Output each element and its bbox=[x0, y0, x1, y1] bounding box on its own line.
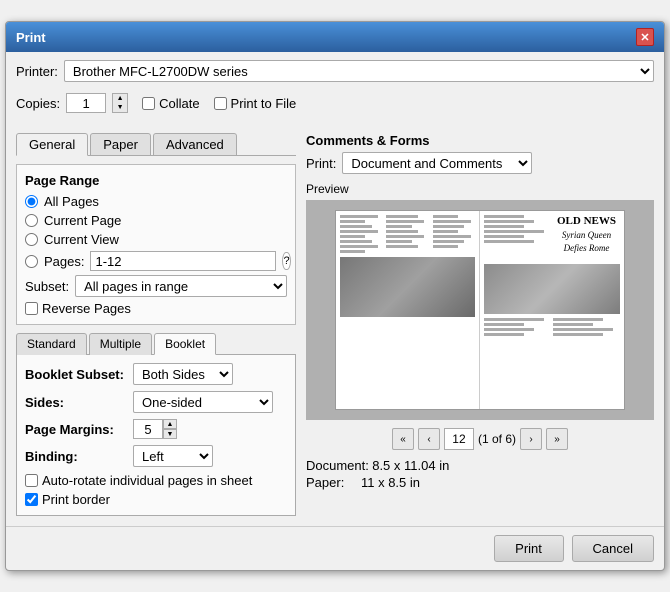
pages-label: Pages: bbox=[44, 254, 84, 269]
close-button[interactable]: ✕ bbox=[636, 28, 654, 46]
print-label: Print: bbox=[306, 156, 336, 171]
subset-label: Subset: bbox=[25, 279, 69, 294]
tab-paper[interactable]: Paper bbox=[90, 133, 151, 155]
tab-advanced[interactable]: Advanced bbox=[153, 133, 237, 155]
booklet-subset-label: Booklet Subset: bbox=[25, 367, 125, 382]
collate-label: Collate bbox=[159, 96, 199, 111]
preview-subheadline2: Defies Rome bbox=[564, 243, 610, 254]
page-margins-label: Page Margins: bbox=[25, 422, 125, 437]
pages-radio[interactable] bbox=[25, 255, 38, 268]
current-view-radio[interactable] bbox=[25, 233, 38, 246]
main-tabs: General Paper Advanced bbox=[16, 133, 296, 156]
binding-select[interactable]: Left bbox=[133, 445, 213, 467]
spinner-down[interactable]: ▼ bbox=[113, 103, 127, 112]
current-page-radio[interactable] bbox=[25, 214, 38, 227]
last-page-button[interactable]: » bbox=[546, 428, 568, 450]
page-range-section: Page Range All Pages Current Page Curren… bbox=[16, 164, 296, 325]
spinner-up[interactable]: ▲ bbox=[113, 94, 127, 103]
reverse-pages-checkbox[interactable] bbox=[25, 302, 38, 315]
paper-value: 11 x 8.5 in bbox=[361, 475, 420, 490]
all-pages-label: All Pages bbox=[44, 194, 99, 209]
tab-booklet[interactable]: Booklet bbox=[154, 333, 216, 355]
paper-label: Paper: bbox=[306, 475, 344, 490]
sides-select[interactable]: One-sided bbox=[133, 391, 273, 413]
auto-rotate-checkbox[interactable] bbox=[25, 474, 38, 487]
left-panel: General Paper Advanced Page Range All Pa… bbox=[16, 133, 296, 516]
comments-forms-section: Comments & Forms Print: Document and Com… bbox=[306, 133, 654, 174]
auto-rotate-label: Auto-rotate individual pages in sheet bbox=[42, 473, 252, 488]
margins-input[interactable] bbox=[133, 419, 163, 439]
tab-multiple[interactable]: Multiple bbox=[89, 333, 152, 355]
current-page-label: Current Page bbox=[44, 213, 121, 228]
copies-input[interactable] bbox=[66, 93, 106, 113]
subset-select[interactable]: All pages in range bbox=[75, 275, 287, 297]
preview-subheadline1: Syrian Queen bbox=[562, 230, 611, 241]
page-range-title: Page Range bbox=[25, 173, 287, 188]
preview-left-page bbox=[336, 211, 480, 409]
print-dialog: Print ✕ Printer: Brother MFC-L2700DW ser… bbox=[5, 21, 665, 571]
preview-area: OLD NEWS Syrian Queen Defies Rome bbox=[306, 200, 654, 420]
prev-page-button[interactable]: ‹ bbox=[418, 428, 440, 450]
collate-checkbox[interactable] bbox=[142, 97, 155, 110]
preview-right-image bbox=[484, 264, 620, 314]
copies-label: Copies: bbox=[16, 96, 60, 111]
preview-inner: OLD NEWS Syrian Queen Defies Rome bbox=[335, 210, 625, 410]
reverse-pages-label: Reverse Pages bbox=[42, 301, 131, 316]
preview-right-page: OLD NEWS Syrian Queen Defies Rome bbox=[480, 211, 624, 409]
cancel-button[interactable]: Cancel bbox=[572, 535, 654, 562]
preview-title: Preview bbox=[306, 182, 654, 196]
print-to-file-label: Print to File bbox=[231, 96, 297, 111]
first-page-button[interactable]: « bbox=[392, 428, 414, 450]
printer-label: Printer: bbox=[16, 64, 58, 79]
comments-forms-title: Comments & Forms bbox=[306, 133, 654, 148]
doc-value: 8.5 x 11.04 in bbox=[372, 458, 449, 473]
pages-input[interactable] bbox=[90, 251, 276, 271]
right-panel: Comments & Forms Print: Document and Com… bbox=[306, 133, 654, 516]
nav-controls: « ‹ (1 of 6) › » bbox=[306, 428, 654, 450]
doc-label: Document: bbox=[306, 458, 369, 473]
sides-label: Sides: bbox=[25, 395, 125, 410]
page-number-input[interactable] bbox=[444, 428, 474, 450]
all-pages-radio[interactable] bbox=[25, 195, 38, 208]
dialog-title: Print bbox=[16, 30, 46, 45]
current-view-label: Current View bbox=[44, 232, 119, 247]
paper-info: Paper: 11 x 8.5 in bbox=[306, 475, 654, 490]
margins-up-btn[interactable]: ▲ bbox=[163, 419, 177, 429]
print-border-checkbox[interactable] bbox=[25, 493, 38, 506]
tab-standard[interactable]: Standard bbox=[16, 333, 87, 355]
print-select[interactable]: Document and Comments bbox=[342, 152, 532, 174]
print-border-label: Print border bbox=[42, 492, 110, 507]
margins-down-btn[interactable]: ▼ bbox=[163, 429, 177, 439]
printer-select[interactable]: Brother MFC-L2700DW series bbox=[64, 60, 654, 82]
page-info: (1 of 6) bbox=[478, 432, 516, 446]
bottom-buttons: Print Cancel bbox=[6, 526, 664, 570]
booklet-section: Booklet Subset: Both Sides Sides: One-si… bbox=[16, 354, 296, 516]
booklet-subset-select[interactable]: Both Sides bbox=[133, 363, 233, 385]
pages-help-icon[interactable]: ? bbox=[282, 252, 290, 270]
document-info: Document: 8.5 x 11.04 in bbox=[306, 458, 654, 473]
print-to-file-checkbox[interactable] bbox=[214, 97, 227, 110]
next-page-button[interactable]: › bbox=[520, 428, 542, 450]
preview-left-image bbox=[340, 257, 475, 317]
binding-label: Binding: bbox=[25, 449, 125, 464]
print-button[interactable]: Print bbox=[494, 535, 564, 562]
title-bar: Print ✕ bbox=[6, 22, 664, 52]
tab-general[interactable]: General bbox=[16, 133, 88, 156]
preview-headline: OLD NEWS bbox=[557, 215, 616, 228]
copies-spinner[interactable]: ▲ ▼ bbox=[112, 93, 128, 113]
